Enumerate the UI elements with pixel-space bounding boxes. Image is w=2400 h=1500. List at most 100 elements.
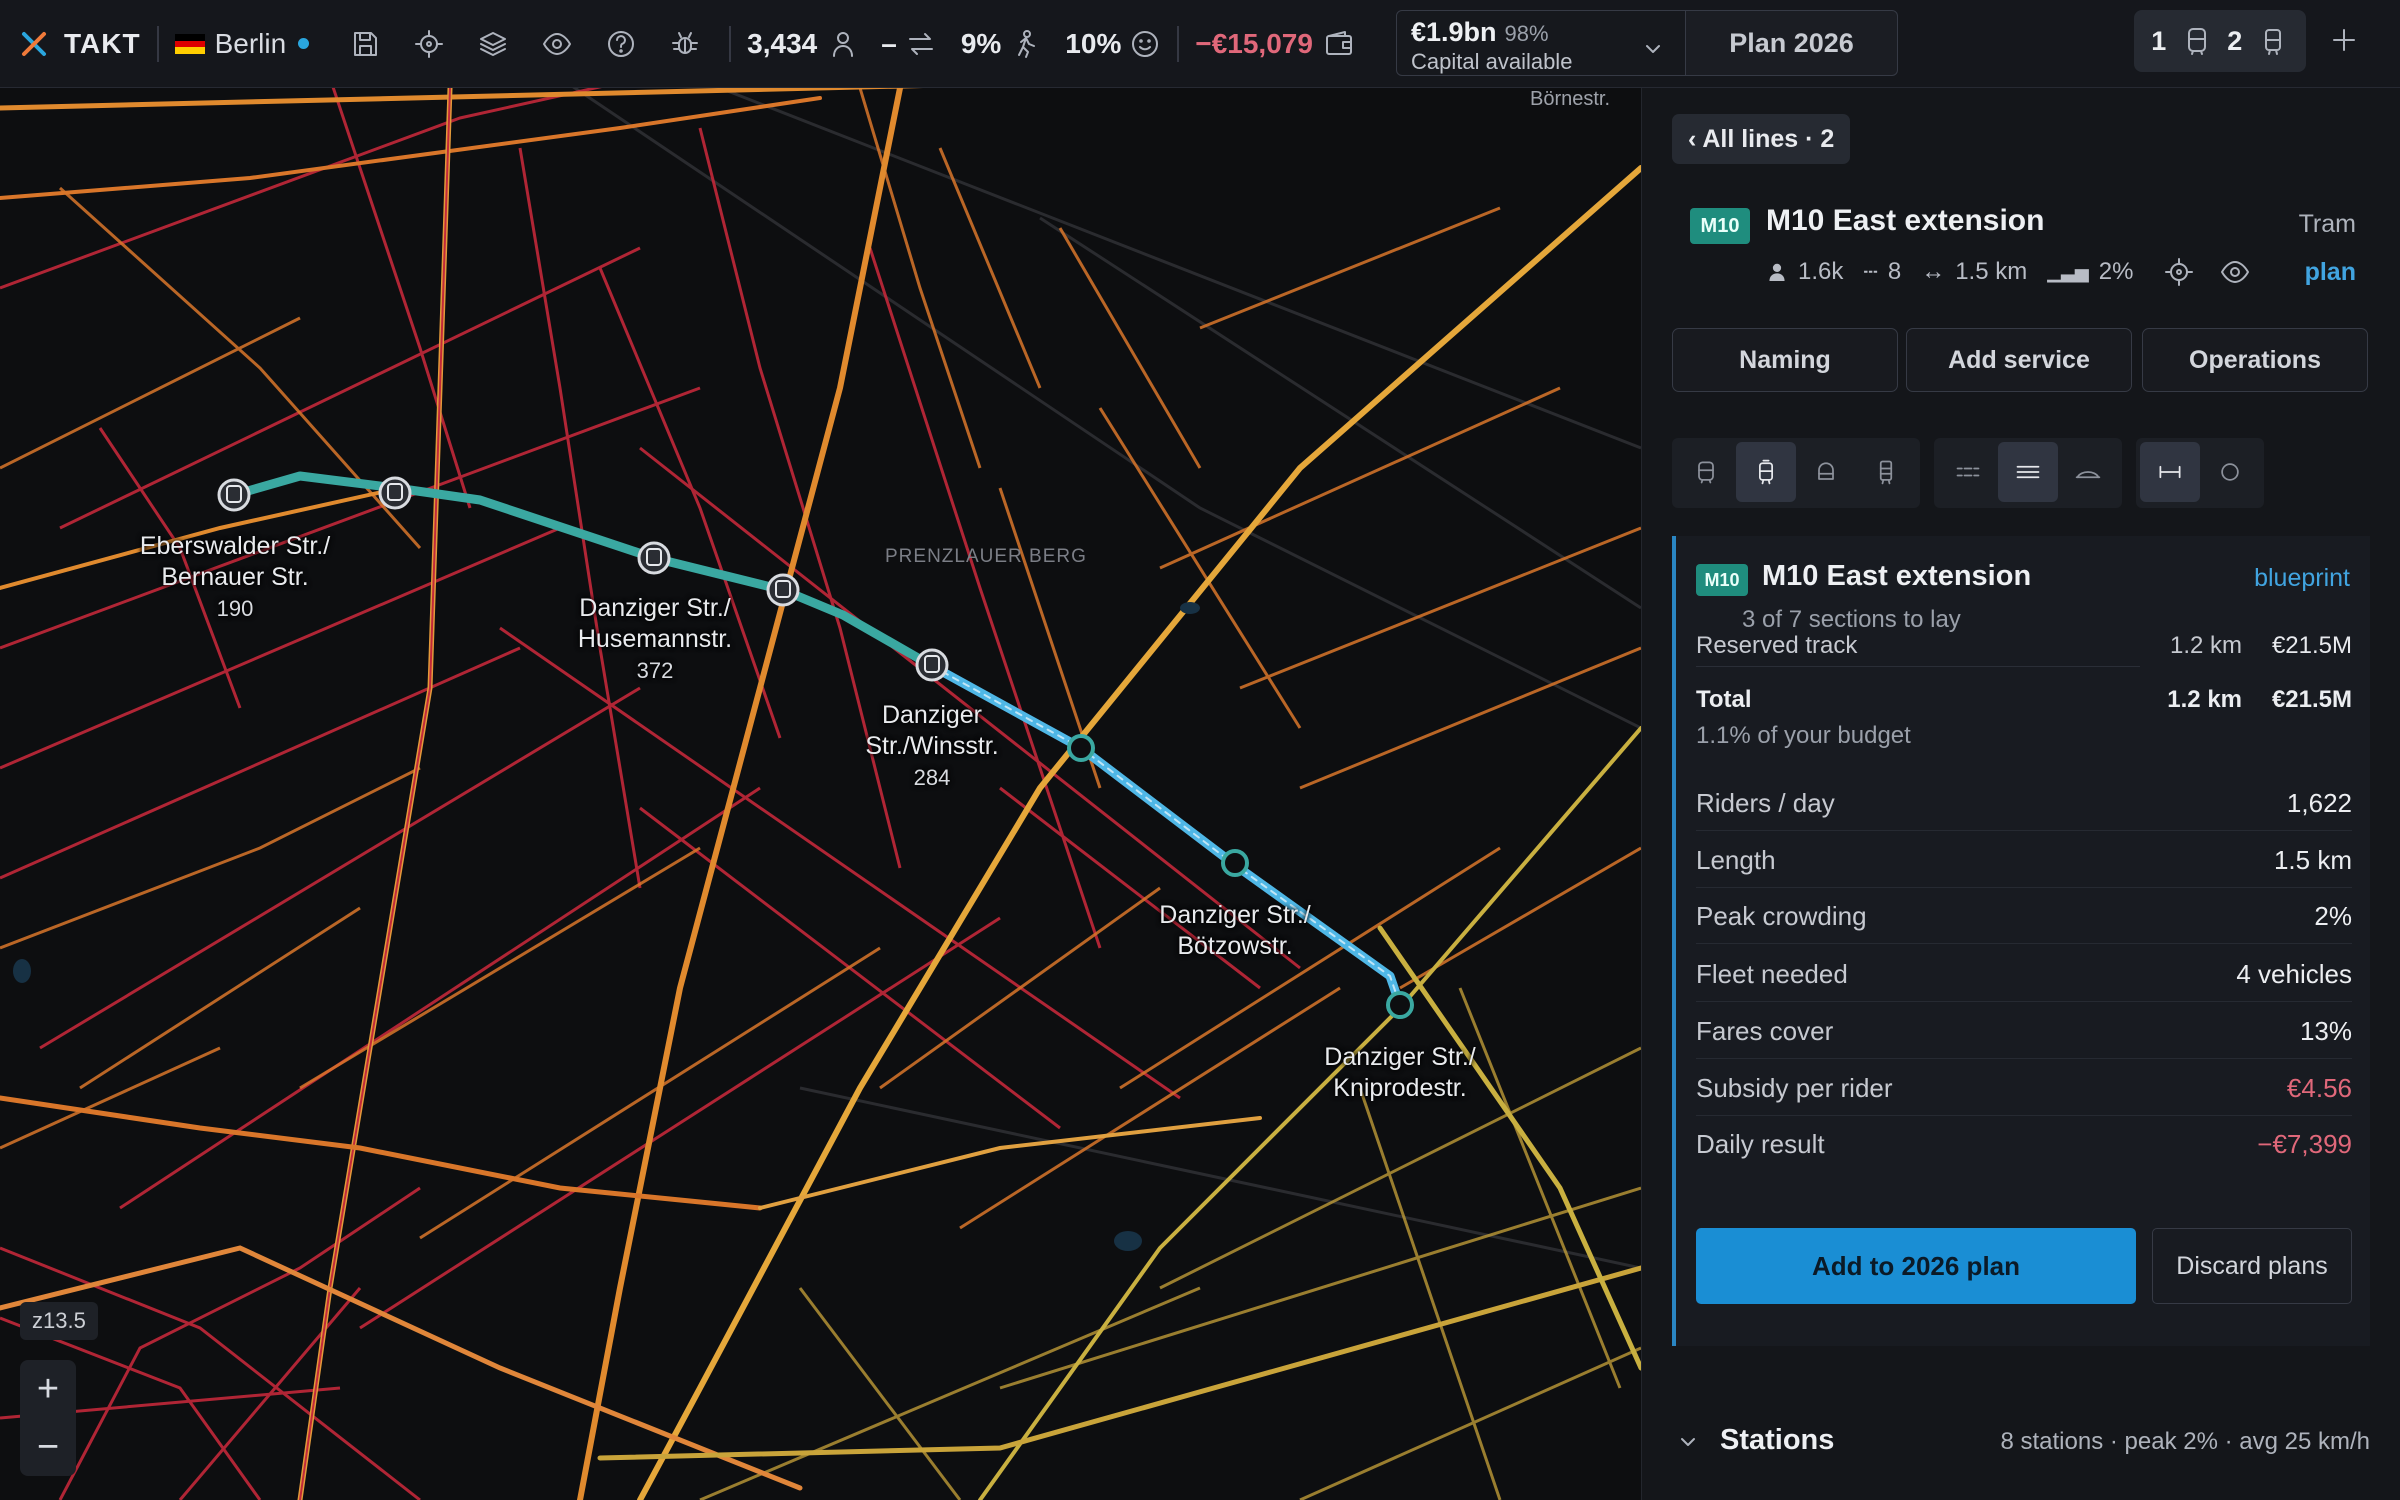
bus-mode-button[interactable] [1676, 442, 1736, 502]
station-name-line1: Danziger [881, 701, 983, 729]
operations-button[interactable]: Operations [2142, 328, 2368, 392]
tram-stop-marker[interactable] [378, 476, 412, 510]
line-status[interactable]: plan [2305, 258, 2356, 287]
tram-mode-button[interactable] [1736, 442, 1796, 502]
dashed-track-button[interactable] [1938, 442, 1998, 502]
station-name-line2: Husemannstr. [577, 625, 733, 653]
stations-section-header[interactable]: Stations 8 stations · peak 2% · avg 25 k… [1672, 1414, 2370, 1470]
line-stops: 8 [1887, 258, 1902, 285]
station-label[interactable]: Danziger Str./ Husemannstr. 372 [578, 593, 732, 686]
station-name-line2: Str./Winsstr. [865, 732, 999, 760]
metric-label: Fleet needed [1696, 959, 1848, 989]
walk-stat[interactable]: 9% [961, 0, 1041, 88]
smiley-icon [1129, 28, 1161, 60]
station-name-line1: Danziger Str./ [1324, 1043, 1476, 1071]
naming-button[interactable]: Naming [1672, 328, 1898, 392]
locate-icon[interactable] [413, 28, 445, 60]
person-icon [1766, 261, 1788, 283]
riders-stat[interactable]: 3,434 [747, 0, 859, 88]
station-name-line1: Danziger Str./ [1159, 901, 1311, 929]
transfer-stat[interactable]: – [881, 0, 937, 88]
street-track-button[interactable] [1998, 442, 2058, 502]
eye-icon[interactable] [541, 28, 573, 60]
station-label[interactable]: Eberswalder Str./ Bernauer Str. 190 [140, 531, 330, 624]
walk-value: 9% [960, 27, 1002, 59]
loop-tool-button[interactable] [2200, 442, 2260, 502]
station-label[interactable]: Danziger Str./ Kniprodestr. [1324, 1042, 1475, 1104]
metric-row: Fleet needed 4 vehicles [1696, 945, 2352, 1002]
bus-icon [2181, 25, 2213, 57]
capital-dropdown[interactable]: €1.9bn 98% Capital available [1396, 10, 1686, 76]
plan-year-button[interactable]: Plan 2026 [1686, 10, 1898, 76]
cash-flow-stat[interactable]: −€15,079 [1195, 0, 1355, 88]
line-crowding: 2% [2098, 258, 2134, 285]
save-icon[interactable] [349, 28, 381, 60]
station-name-line2: Bernauer Str. [161, 563, 309, 591]
line-panel: ‹ All lines · 2 M10 M10 East extension T… [1641, 88, 2400, 1500]
station-name-line2: Kniprodestr. [1333, 1074, 1467, 1102]
station-label[interactable]: Danziger Str./ Bötzowstr. [1159, 900, 1310, 962]
budget-note: 1.1% of your budget [1696, 722, 1911, 749]
cost-label: Total [1696, 686, 1752, 713]
bug-icon[interactable] [669, 28, 701, 60]
rail-mode-button[interactable] [1856, 442, 1916, 502]
tram-stop-marker[interactable] [915, 648, 949, 682]
street-label: Börnestr. [1530, 88, 1611, 110]
city-selector[interactable]: Berlin [174, 0, 310, 88]
app-logo[interactable]: TAKT [18, 0, 141, 88]
line-length: 1.5 km [1955, 258, 2028, 285]
map-canvas[interactable]: Börnestr. PRENZLAUER BERG Eberswalder St… [0, 88, 1641, 1500]
tool-strip [1672, 438, 2278, 508]
blueprint-title: M10 East extension [1762, 560, 2032, 592]
plus-icon[interactable] [2328, 24, 2360, 56]
tram-stop-marker[interactable] [217, 478, 251, 512]
divider [729, 25, 732, 62]
layers-icon[interactable] [477, 28, 509, 60]
metric-row: Fares cover 13% [1696, 1002, 2352, 1059]
station-label[interactable]: Danziger Str./Winsstr. 284 [865, 700, 998, 793]
eye-icon[interactable] [2219, 256, 2251, 288]
tram-count: 2 [2227, 25, 2243, 56]
stations-title: Stations [1720, 1424, 1835, 1456]
metro-mode-button[interactable] [1796, 442, 1856, 502]
elevated-track-button[interactable] [2058, 442, 2118, 502]
tram-stop-marker[interactable] [637, 541, 671, 575]
planned-stop-marker[interactable] [1221, 849, 1249, 877]
metric-label: Peak crowding [1696, 901, 1867, 931]
metric-row: Length 1.5 km [1696, 831, 2352, 888]
zoom-out-button[interactable]: − [20, 1418, 76, 1476]
locate-icon[interactable] [2163, 256, 2195, 288]
segment-tool-button[interactable] [2140, 442, 2200, 502]
person-icon [827, 28, 859, 60]
zoom-level: z13.5 [20, 1302, 98, 1340]
all-lines-back-button[interactable]: ‹ All lines · 2 [1672, 114, 1851, 164]
station-ridership: 284 [913, 765, 951, 790]
planned-stop-marker[interactable] [1067, 734, 1095, 762]
chevron-down-icon [1672, 1426, 1704, 1458]
capital-label: Capital available [1411, 49, 1573, 74]
metric-label: Fares cover [1696, 1016, 1834, 1046]
discard-plans-button[interactable]: Discard plans [2152, 1228, 2352, 1304]
line-mode: Tram [2298, 210, 2356, 238]
station-name-line1: Danziger Str./ [579, 594, 731, 622]
crowding-icon: ▁▃▅ [2047, 261, 2089, 282]
station-ridership: 372 [636, 658, 674, 683]
takt-logo-icon [18, 28, 50, 60]
capital-value: €1.9bn [1411, 17, 1497, 47]
add-service-button[interactable]: Add service [1906, 328, 2132, 392]
satisfaction-stat[interactable]: 10% [1065, 0, 1161, 88]
zoom-in-button[interactable]: + [20, 1360, 76, 1418]
city-status-dot [298, 38, 310, 49]
planned-stop-marker[interactable] [1386, 991, 1414, 1019]
mode-counter[interactable]: 1 2 [2134, 10, 2306, 72]
cost-km: 1.2 km [2169, 632, 2242, 659]
cost-row-reserved-values: 1.2 km €21.5M [1696, 624, 2352, 666]
help-icon[interactable] [605, 28, 637, 60]
city-name: Berlin [214, 27, 287, 59]
tram-stop-marker[interactable] [766, 573, 800, 607]
riders-value: 3,434 [747, 27, 818, 59]
add-to-plan-button[interactable]: Add to 2026 plan [1696, 1228, 2136, 1304]
line-title[interactable]: M10 East extension [1766, 204, 2044, 238]
line-riders: 1.6k [1798, 258, 1844, 285]
app-name: TAKT [64, 27, 141, 59]
